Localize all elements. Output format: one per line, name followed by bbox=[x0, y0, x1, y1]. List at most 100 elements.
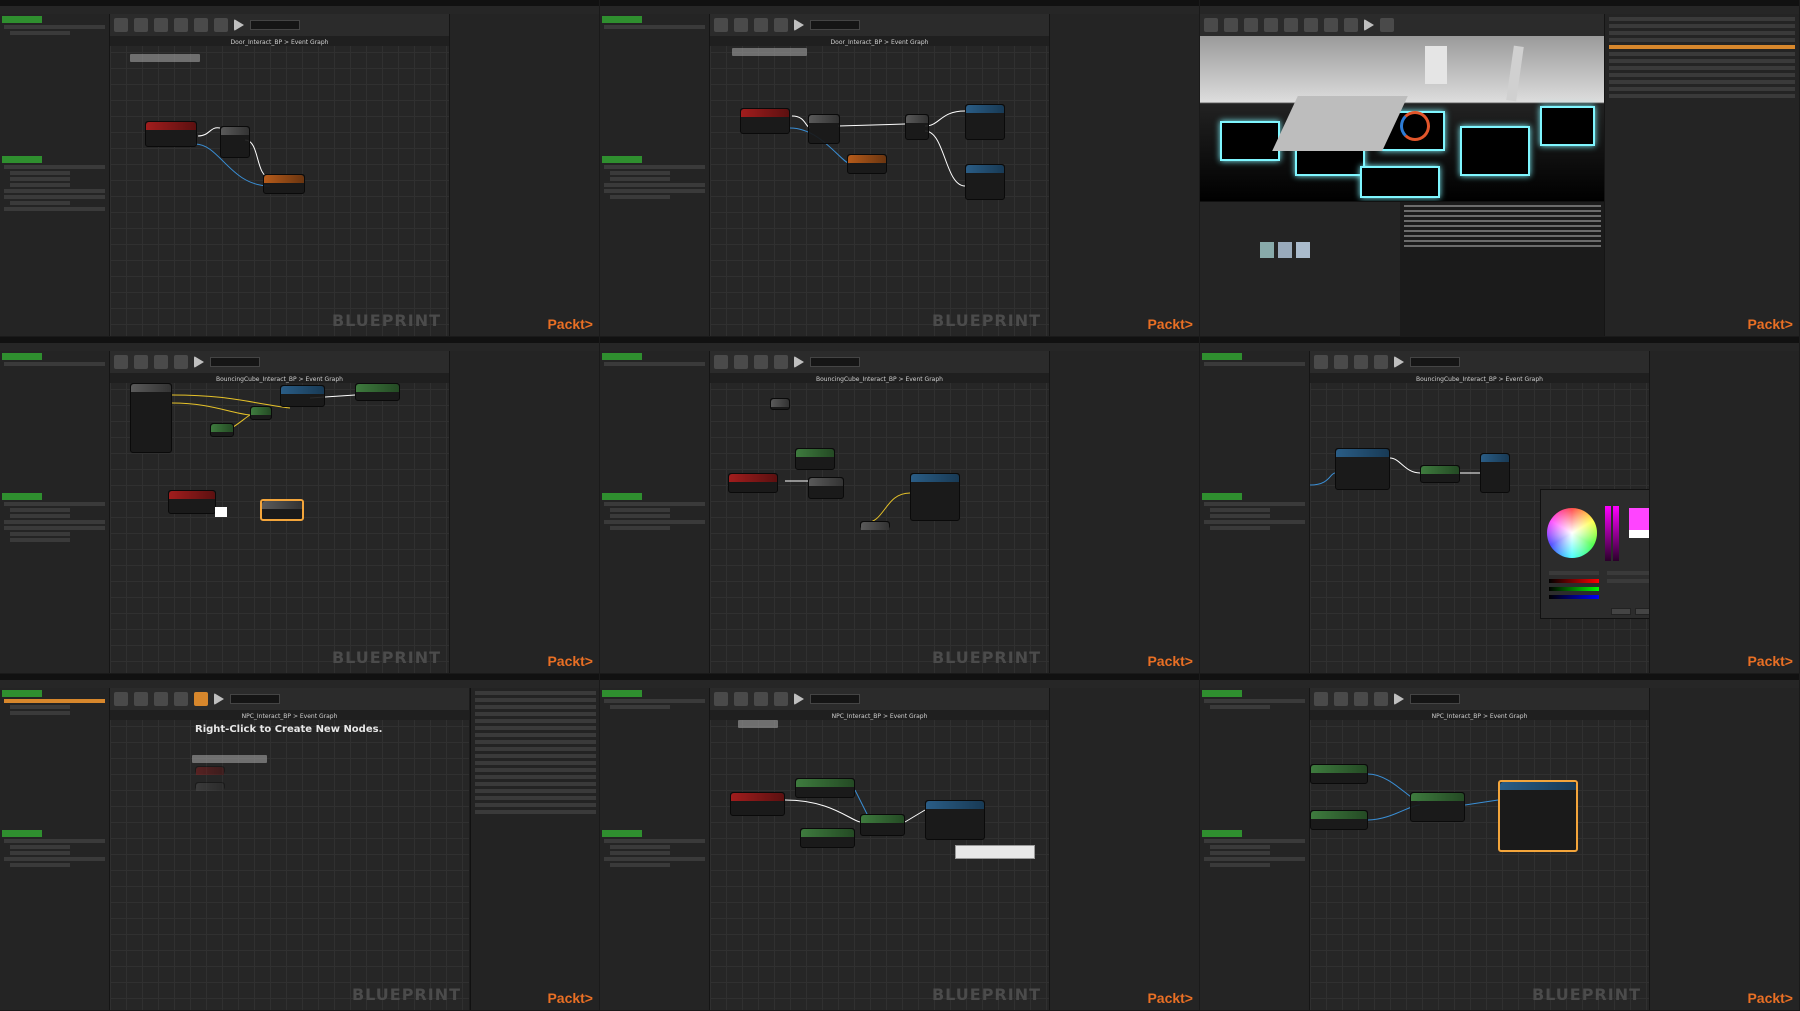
simulate-icon[interactable] bbox=[214, 18, 228, 32]
list-item[interactable] bbox=[604, 25, 705, 29]
list-item[interactable] bbox=[604, 165, 705, 169]
comment-box[interactable] bbox=[738, 720, 778, 728]
play-icon[interactable] bbox=[234, 19, 244, 31]
menu-bar[interactable] bbox=[1200, 343, 1799, 351]
add-variable-button[interactable] bbox=[1202, 830, 1242, 837]
details-row[interactable] bbox=[475, 796, 596, 800]
menu-bar[interactable] bbox=[0, 6, 599, 14]
play-icon[interactable] bbox=[794, 693, 804, 705]
timeline-node-a[interactable] bbox=[965, 104, 1005, 140]
menu-bar[interactable] bbox=[1200, 6, 1799, 14]
add-variable-button[interactable] bbox=[2, 493, 42, 500]
content-icon[interactable] bbox=[1244, 18, 1258, 32]
rotation-gizmo[interactable] bbox=[1400, 111, 1430, 141]
outliner-row[interactable] bbox=[1609, 38, 1795, 42]
search-icon[interactable] bbox=[154, 692, 168, 706]
asset-thumbnail[interactable] bbox=[1260, 242, 1274, 258]
list-item[interactable] bbox=[1204, 362, 1305, 366]
list-item[interactable] bbox=[10, 508, 70, 512]
save-icon[interactable] bbox=[134, 18, 148, 32]
math-node[interactable] bbox=[250, 406, 272, 420]
math-node[interactable] bbox=[770, 398, 790, 410]
list-item[interactable] bbox=[604, 189, 705, 193]
list-item[interactable] bbox=[610, 526, 670, 530]
list-item[interactable] bbox=[1204, 839, 1305, 843]
details-row[interactable] bbox=[475, 782, 596, 786]
settings-icon[interactable] bbox=[174, 355, 188, 369]
list-item[interactable] bbox=[4, 857, 105, 861]
get-actor-location-node[interactable] bbox=[1310, 764, 1368, 784]
search-icon[interactable] bbox=[154, 18, 168, 32]
list-item[interactable] bbox=[1204, 699, 1305, 703]
defaults-icon[interactable] bbox=[194, 18, 208, 32]
function-node[interactable] bbox=[263, 174, 305, 194]
debug-filter-dropdown[interactable] bbox=[1410, 357, 1460, 367]
color-channel-field[interactable] bbox=[1549, 571, 1599, 575]
outliner-row-selected[interactable] bbox=[1609, 45, 1795, 49]
settings-icon[interactable] bbox=[1284, 18, 1298, 32]
list-item[interactable] bbox=[610, 195, 670, 199]
list-item[interactable] bbox=[10, 31, 70, 35]
color-channel-slider[interactable] bbox=[1549, 579, 1599, 583]
list-item[interactable] bbox=[4, 526, 105, 530]
list-item[interactable] bbox=[1204, 520, 1305, 524]
list-item[interactable] bbox=[1204, 857, 1305, 861]
set-simulate-physics-node[interactable] bbox=[795, 448, 835, 470]
menu-bar[interactable] bbox=[600, 343, 1199, 351]
details-row[interactable] bbox=[475, 775, 596, 779]
set-rotation-node-selected[interactable] bbox=[1498, 780, 1578, 852]
list-item[interactable] bbox=[4, 189, 105, 193]
details-row[interactable] bbox=[475, 803, 596, 807]
event-graph-canvas[interactable]: BouncingCube_Interact_BP > Event Graph B… bbox=[110, 373, 449, 673]
details-row[interactable] bbox=[475, 761, 596, 765]
add-variable-button[interactable] bbox=[2, 156, 42, 163]
add-new-button[interactable] bbox=[602, 353, 642, 360]
list-item[interactable] bbox=[10, 851, 70, 855]
get-node[interactable] bbox=[800, 828, 855, 848]
details-row[interactable] bbox=[475, 754, 596, 758]
list-item[interactable] bbox=[604, 362, 705, 366]
get-node[interactable] bbox=[795, 778, 855, 798]
list-item[interactable] bbox=[10, 711, 70, 715]
save-icon[interactable] bbox=[734, 355, 748, 369]
list-item[interactable] bbox=[10, 705, 70, 709]
save-icon[interactable] bbox=[734, 692, 748, 706]
search-icon[interactable] bbox=[754, 692, 768, 706]
list-item[interactable] bbox=[1210, 863, 1270, 867]
math-node[interactable] bbox=[210, 423, 234, 437]
event-graph-canvas[interactable]: NPC_Interact_BP > Event Graph BLUEPRINT bbox=[710, 710, 1049, 1010]
list-item[interactable] bbox=[1210, 705, 1270, 709]
ok-button[interactable] bbox=[1611, 608, 1631, 615]
debug-filter-dropdown[interactable] bbox=[810, 20, 860, 30]
play-icon[interactable] bbox=[794, 19, 804, 31]
save-icon[interactable] bbox=[1334, 355, 1348, 369]
timeline-node-b[interactable] bbox=[965, 164, 1005, 200]
settings-icon[interactable] bbox=[774, 692, 788, 706]
color-channel-slider[interactable] bbox=[1549, 595, 1599, 599]
list-item[interactable] bbox=[1204, 502, 1305, 506]
details-row[interactable] bbox=[475, 691, 596, 695]
comment-box[interactable] bbox=[192, 755, 267, 763]
branch-node[interactable] bbox=[220, 126, 250, 158]
list-item[interactable] bbox=[10, 514, 70, 518]
add-impulse-node[interactable] bbox=[910, 473, 960, 521]
list-item[interactable] bbox=[604, 520, 705, 524]
list-item[interactable] bbox=[1210, 508, 1270, 512]
compile-icon[interactable] bbox=[114, 692, 128, 706]
list-item[interactable] bbox=[610, 863, 670, 867]
add-variable-button[interactable] bbox=[1202, 493, 1242, 500]
defaults-icon[interactable] bbox=[194, 692, 208, 706]
list-item[interactable] bbox=[604, 183, 705, 187]
ghost-node[interactable] bbox=[195, 782, 225, 791]
find-look-at-node[interactable] bbox=[1410, 792, 1465, 822]
settings-icon[interactable] bbox=[174, 692, 188, 706]
details-row[interactable] bbox=[475, 789, 596, 793]
settings-icon[interactable] bbox=[774, 355, 788, 369]
list-item[interactable] bbox=[4, 520, 105, 524]
flipflop-node[interactable] bbox=[808, 114, 840, 144]
break-struct-node[interactable] bbox=[130, 383, 172, 453]
set-vector-param-node[interactable] bbox=[1480, 453, 1510, 493]
value-slider[interactable] bbox=[1613, 506, 1619, 561]
color-channel-slider[interactable] bbox=[1549, 587, 1599, 591]
compile-icon[interactable] bbox=[1314, 355, 1328, 369]
